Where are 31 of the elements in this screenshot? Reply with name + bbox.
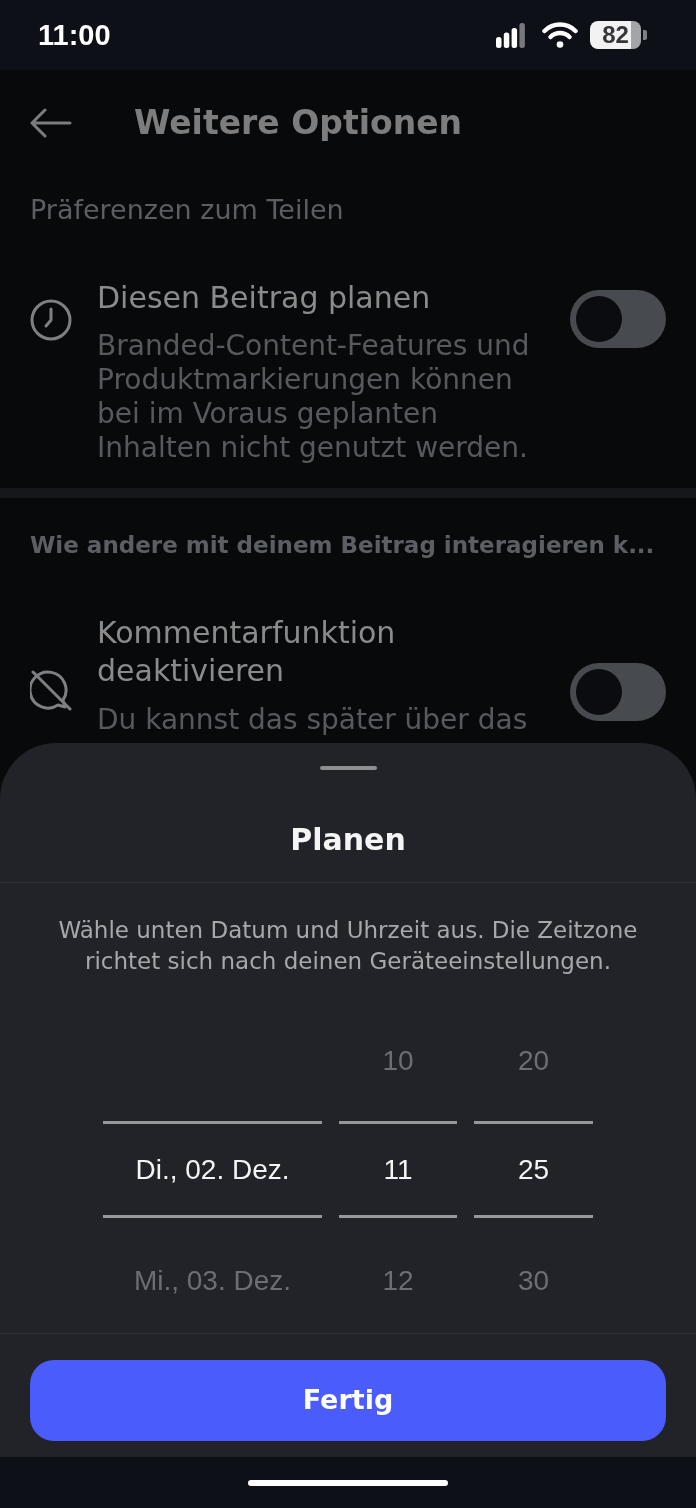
back-button[interactable] [30,107,72,138]
clock-icon [30,299,72,341]
drag-handle[interactable] [319,766,377,770]
section-heading: Präferenzen zum Teilen [30,193,345,227]
back-arrow-icon [30,107,72,138]
picker-item[interactable]: 25 [517,1152,550,1187]
section-heading: Wie andere mit deinem Beitrag interagieren k... [30,531,656,560]
date-time-picker[interactable]: Di., 02. Dez. Mi., 03. Dez. 10 11 12 20 25 30 [103,1000,593,1333]
option-description: Du kannst das später über das [97,703,529,737]
picker-item[interactable]: 20 [517,1043,550,1078]
page-title: Weitere Optionen [134,102,463,143]
sheet-title: Planen [290,822,406,858]
battery-indicator: 82 [590,21,647,49]
picker-item[interactable]: 11 [383,1152,413,1187]
wifi-icon [542,22,578,48]
picker-item[interactable]: 10 [382,1043,414,1078]
signal-icon [496,22,525,48]
option-title: Kommentarfunktion deaktivieren [97,614,397,690]
toggle-switch[interactable] [570,290,666,348]
sheet-description: Wähle unten Datum und Uhrzeit aus. Die Zeitzone richtet sich nach deinen Geräteeinstellungen. [57,916,639,976]
picker-item[interactable]: Mi., 03. Dez. [133,1264,292,1298]
picker-item[interactable]: 12 [382,1264,414,1298]
status-time: 11:00 [38,18,111,52]
home-indicator[interactable] [248,1479,448,1486]
done-button[interactable]: Fertig [30,1360,666,1441]
option-description: Branded-Content-Features und Produktmarkierungen können bei im Voraus geplanten Inhalten nicht genutzt werden. [97,329,531,465]
picker-item[interactable]: 30 [517,1264,550,1298]
comment-off-icon [30,669,72,711]
picker-item[interactable]: Di., 02. Dez. [135,1152,290,1187]
toggle-switch[interactable] [570,663,666,721]
option-title: Diesen Beitrag planen [97,279,432,317]
